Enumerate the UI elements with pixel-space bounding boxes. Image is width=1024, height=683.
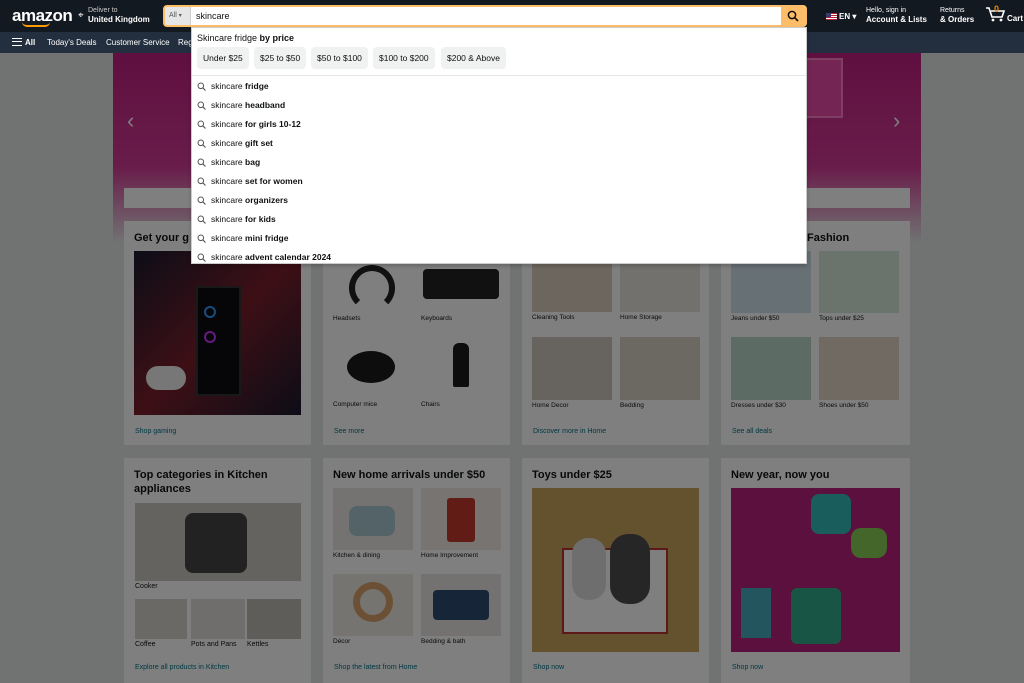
search-icon: [197, 139, 206, 148]
search-icon: [197, 120, 206, 129]
returns-orders[interactable]: Returns & Orders: [940, 7, 974, 24]
cart-label: Cart: [1007, 14, 1024, 23]
suggestion-completion: set for women: [245, 176, 303, 186]
search-icon: [197, 234, 206, 243]
nav-customer-service[interactable]: Customer Service: [106, 38, 170, 47]
search-bar: All ▾ skincare: [163, 5, 807, 27]
search-icon: [197, 158, 206, 167]
search-input[interactable]: skincare: [196, 11, 230, 21]
suggestion-prefix: skincare: [211, 252, 243, 262]
orders-label: & Orders: [940, 15, 975, 24]
price-chip-under-25[interactable]: Under $25: [197, 47, 249, 69]
suggestion-prefix: skincare: [211, 176, 243, 186]
search-icon: [197, 177, 206, 186]
search-suggestions-dropdown: Skincare fridge by price Under $25 $25 t…: [191, 27, 807, 264]
search-icon: [197, 82, 206, 91]
search-icon: [197, 101, 206, 110]
search-icon: [197, 253, 206, 262]
suggestion-completion: gift set: [245, 138, 273, 148]
price-chip-25-50[interactable]: $25 to $50: [254, 47, 307, 69]
suggestion-completion: organizers: [245, 195, 289, 205]
suggestion-completion: fridge: [245, 81, 269, 91]
deliver-location: United Kingdom: [88, 15, 150, 24]
suggestion-completion: for kids: [245, 214, 276, 224]
suggestion-completion: headband: [245, 100, 286, 110]
search-icon: [787, 10, 799, 22]
language-label: EN: [839, 12, 851, 21]
nav-all[interactable]: All: [25, 38, 35, 47]
price-header-by-price: by price: [259, 33, 295, 43]
suggestion-prefix: skincare: [211, 119, 243, 129]
cart-button[interactable]: 0 Cart: [985, 4, 1023, 24]
account-lists-label: Account & Lists: [866, 15, 927, 24]
suggestion-prefix: skincare: [211, 100, 243, 110]
suggestion-completion: for girls 10-12: [245, 119, 301, 129]
us-flag-icon: [826, 13, 837, 21]
suggestion-prefix: skincare: [211, 233, 243, 243]
hamburger-menu-icon[interactable]: [12, 38, 22, 46]
location-pin-icon: ⌖: [78, 10, 84, 21]
suggestion-prefix: skincare: [211, 214, 243, 224]
suggestion-prefix: skincare: [211, 157, 243, 167]
search-icon: [197, 196, 206, 205]
suggestion-completion: advent calendar 2024: [245, 252, 332, 262]
returns-label: Returns: [940, 7, 965, 14]
logo-smile-icon: [22, 22, 50, 27]
price-suggestion-header[interactable]: Skincare fridge by price: [197, 33, 294, 43]
account-menu[interactable]: Hello, sign in Account & Lists: [866, 7, 927, 24]
deliver-to-label: Deliver to: [88, 7, 118, 14]
search-category-label: All: [169, 12, 177, 19]
price-chip-100-200[interactable]: $100 to $200: [373, 47, 435, 69]
language-selector[interactable]: EN ▾: [826, 12, 856, 21]
cart-count: 0: [994, 4, 1000, 14]
suggestion-prefix: skincare: [211, 81, 243, 91]
suggestion-completion: mini fridge: [245, 233, 289, 243]
search-button[interactable]: [781, 7, 805, 25]
search-icon: [197, 215, 206, 224]
suggestion-completion: bag: [245, 157, 261, 167]
nav-todays-deals[interactable]: Today's Deals: [47, 38, 97, 47]
price-chip-50-100[interactable]: $50 to $100: [311, 47, 368, 69]
suggestion-prefix: skincare: [211, 195, 243, 205]
account-greeting: Hello, sign in: [866, 7, 907, 14]
dropdown-divider: [192, 75, 806, 76]
chevron-down-icon: ▾: [178, 13, 182, 19]
suggestion-prefix: skincare: [211, 138, 243, 148]
search-category-select[interactable]: All ▾: [165, 7, 191, 25]
price-header-term: Skincare fridge: [197, 33, 258, 43]
price-chip-200-above[interactable]: $200 & Above: [441, 47, 506, 69]
